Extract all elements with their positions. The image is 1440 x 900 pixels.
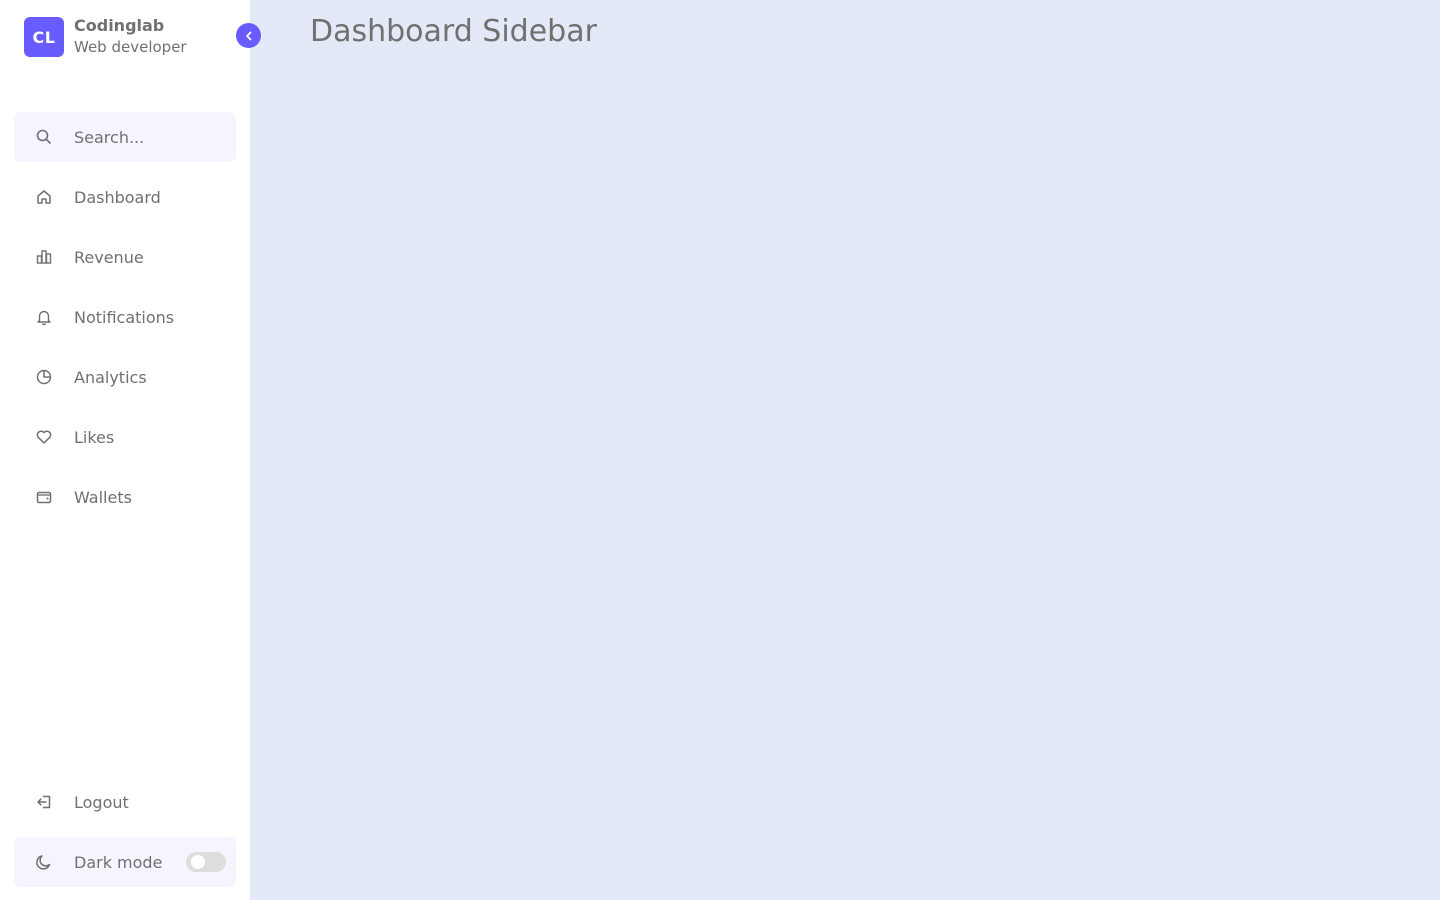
brand-text: Codinglab Web developer: [74, 16, 187, 58]
chevron-left-icon: [243, 30, 255, 42]
logout-button[interactable]: Logout: [14, 777, 236, 827]
home-icon: [14, 172, 74, 222]
wallet-icon: [14, 472, 74, 522]
menu-item-wallets[interactable]: Wallets: [14, 472, 236, 522]
menu-item-dashboard[interactable]: Dashboard: [14, 172, 236, 222]
menu-item-revenue[interactable]: Revenue: [14, 232, 236, 282]
menu-label-revenue: Revenue: [74, 247, 144, 267]
search-input[interactable]: [74, 127, 224, 147]
page-title: Dashboard Sidebar: [310, 14, 597, 49]
menu-list: Dashboard Revenue Notifications Analytic…: [14, 172, 236, 532]
menu-label-analytics: Analytics: [74, 367, 147, 387]
pie-chart-icon: [14, 352, 74, 402]
bell-icon: [14, 292, 74, 342]
sidebar-toggle-button[interactable]: [236, 23, 261, 48]
dark-mode-label: Dark mode: [74, 852, 163, 872]
brand-role: Web developer: [74, 38, 187, 56]
menu-item-notifications[interactable]: Notifications: [14, 292, 236, 342]
search-icon: [14, 112, 74, 162]
brand-logo[interactable]: CL: [24, 17, 64, 57]
search-box[interactable]: [14, 112, 236, 162]
menu-label-wallets: Wallets: [74, 487, 132, 507]
menu-label-likes: Likes: [74, 427, 115, 447]
brand-header: CL Codinglab Web developer: [24, 16, 187, 58]
sidebar: CL Codinglab Web developer Dashboard Rev…: [0, 0, 261, 900]
bar-chart-icon: [14, 232, 74, 282]
logout-label: Logout: [74, 792, 129, 812]
sidebar-bottom: Logout Dark mode: [14, 777, 236, 887]
menu-label-dashboard: Dashboard: [74, 187, 161, 207]
logout-icon: [14, 777, 74, 827]
menu-label-notifications: Notifications: [74, 307, 175, 327]
dark-mode-row: Dark mode: [14, 837, 236, 887]
toggle-knob: [191, 855, 205, 869]
moon-icon: [14, 837, 74, 887]
brand-name: Codinglab: [74, 16, 165, 35]
dark-mode-toggle[interactable]: [186, 852, 226, 872]
heart-icon: [14, 412, 74, 462]
menu-item-likes[interactable]: Likes: [14, 412, 236, 462]
menu-item-analytics[interactable]: Analytics: [14, 352, 236, 402]
